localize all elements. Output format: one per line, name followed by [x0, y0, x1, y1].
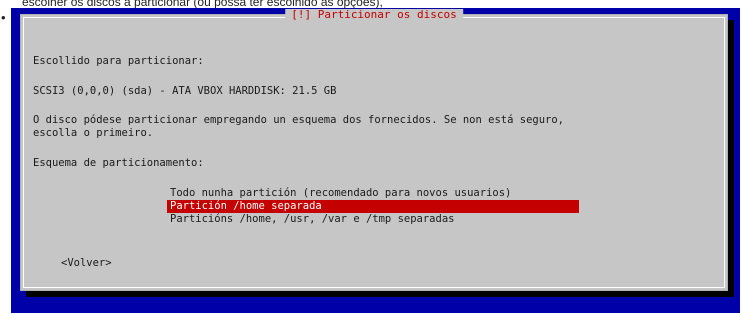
option-separate-home[interactable]: Partición /home separada [167, 200, 579, 213]
disk-info: SCSI3 (0,0,0) (sda) - ATA VBOX HARDDISK:… [33, 85, 337, 97]
dialog-shadow-bottom [26, 291, 734, 297]
list-bullet: • [1, 10, 6, 25]
description-line-1: O disco pódese particionar empregando un… [33, 114, 565, 126]
page-caption: escolher os discos a particionar (ou pos… [22, 0, 383, 8]
partition-dialog: [!] Particionar os discos Escollido para… [20, 9, 728, 291]
back-button[interactable]: <Volver> [61, 257, 112, 270]
option-separate-home-usr-var-tmp[interactable]: Particións /home, /usr, /var e /tmp sepa… [167, 213, 579, 226]
dialog-title: [!] Particionar os discos [285, 9, 463, 21]
chosen-label: Escollido para particionar: [33, 55, 204, 67]
description-line-2: escolla o primeiro. [33, 127, 154, 139]
installer-screen: [!] Particionar os discos Escollido para… [11, 8, 740, 313]
scheme-label: Esquema de particionamento: [33, 157, 204, 169]
dialog-shadow-right [728, 20, 734, 297]
option-whole-disk[interactable]: Todo nunha partición (recomendado para n… [167, 187, 579, 200]
